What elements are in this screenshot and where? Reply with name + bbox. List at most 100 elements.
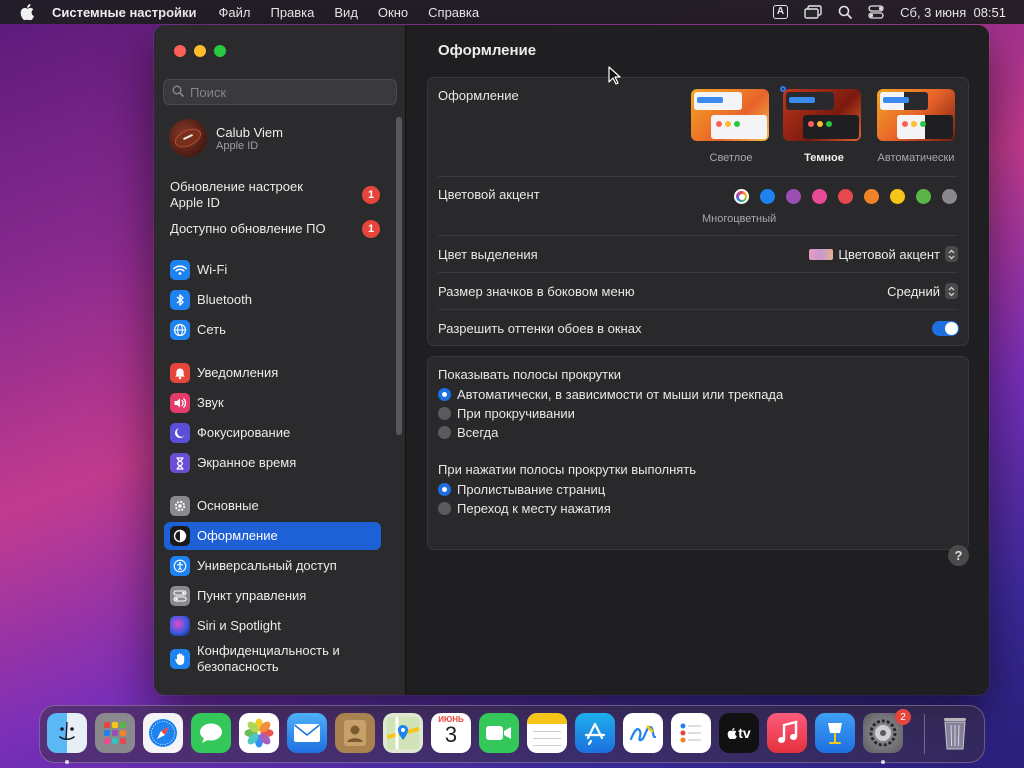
sidebar-item-appearance[interactable]: Оформление: [164, 522, 381, 550]
facetime-icon[interactable]: [479, 713, 519, 753]
sidebar-item-label: Экранное время: [197, 455, 297, 470]
keyboard-layout-indicator[interactable]: A: [772, 5, 789, 19]
notes-icon[interactable]: [527, 713, 567, 753]
finder-icon[interactable]: [47, 713, 87, 753]
sidebar-scrollbar[interactable]: [396, 117, 402, 435]
notice-software-update[interactable]: Доступно обновление ПО 1: [170, 220, 380, 238]
settings-window: Calub Viem Apple ID Обновление настроек …: [154, 25, 989, 695]
sidebar-icon-size-label: Размер значков в боковом меню: [438, 284, 635, 299]
sidebar-item-network[interactable]: Сеть: [164, 316, 381, 344]
apple-id-account[interactable]: Calub Viem Apple ID: [169, 119, 283, 157]
sidebar-item-general[interactable]: Основные: [164, 492, 381, 520]
search-field[interactable]: [163, 79, 397, 105]
menubar-clock[interactable]: Сб, 3 июня 08:51: [900, 5, 1006, 20]
sidebar-icon-size-popup[interactable]: Средний: [887, 283, 958, 299]
search-input[interactable]: [190, 84, 380, 100]
accent-swatch-yellow[interactable]: [890, 189, 905, 204]
appearance-option-dark[interactable]: [780, 86, 861, 141]
accent-swatch-red[interactable]: [838, 189, 853, 204]
sidebar-item-label: Сеть: [197, 322, 226, 337]
menu-help[interactable]: Справка: [428, 5, 479, 20]
wallpaper-tinting-toggle[interactable]: [932, 321, 959, 336]
running-indicator: [65, 760, 69, 764]
menu-view[interactable]: Вид: [334, 5, 358, 20]
contacts-icon[interactable]: [335, 713, 375, 753]
mouse-cursor-icon: [608, 66, 621, 90]
sidebar-item-label: Фокусирование: [197, 425, 291, 440]
radio-button: [438, 426, 451, 439]
sidebar-item-focus[interactable]: Фокусирование: [164, 419, 381, 447]
menu-app-name[interactable]: Системные настройки: [52, 5, 197, 20]
gear-icon: [170, 496, 190, 516]
music-icon[interactable]: [767, 713, 807, 753]
apple-menu-icon[interactable]: [20, 4, 34, 20]
sidebar-item-screen-time[interactable]: Экранное время: [164, 449, 381, 477]
accent-swatch-green[interactable]: [916, 189, 931, 204]
appearance-caption-auto: Автоматически: [877, 152, 955, 164]
sidebar-item-label: Уведомления: [197, 365, 279, 380]
sidebar-item-siri-spotlight[interactable]: Siri и Spotlight: [164, 612, 381, 640]
launchpad-icon[interactable]: [95, 713, 135, 753]
mail-icon[interactable]: [287, 713, 327, 753]
trash-icon[interactable]: [935, 713, 975, 753]
notice-apple-id-update[interactable]: Обновление настроек Apple ID 1: [170, 179, 380, 211]
sidebar-item-notifications[interactable]: Уведомления: [164, 359, 381, 387]
highlight-color-popup[interactable]: Цветовой акцент: [809, 246, 958, 262]
avatar: [169, 119, 207, 157]
app-store-icon[interactable]: [575, 713, 615, 753]
calendar-icon[interactable]: ИЮНЬ 3: [431, 713, 471, 753]
search-icon: [172, 85, 184, 100]
apple-tv-icon[interactable]: tv: [719, 713, 759, 753]
wifi-icon: [170, 260, 190, 280]
sidebar-item-accessibility[interactable]: Универсальный доступ: [164, 552, 381, 580]
keynote-icon[interactable]: [815, 713, 855, 753]
minimize-button[interactable]: [194, 45, 206, 57]
spotlight-search-icon[interactable]: [838, 5, 853, 19]
radio-jump-clicked-spot[interactable]: Переход к месту нажатия: [438, 501, 611, 516]
accent-swatch-pink[interactable]: [812, 189, 827, 204]
radio-scrollbars-auto[interactable]: Автоматически, в зависимости от мыши или…: [438, 387, 783, 402]
accent-swatch-purple[interactable]: [786, 189, 801, 204]
accent-swatch-orange[interactable]: [864, 189, 879, 204]
radio-jump-next-page[interactable]: Пролистывание страниц: [438, 482, 605, 497]
reminders-icon[interactable]: [671, 713, 711, 753]
accent-swatch-graphite[interactable]: [942, 189, 957, 204]
accent-swatch-blue[interactable]: [760, 189, 775, 204]
accent-label: Цветовой акцент: [438, 187, 540, 202]
help-button[interactable]: ?: [948, 545, 969, 566]
wallpaper-tinting-label: Разрешить оттенки обоев в окнах: [438, 321, 642, 336]
menu-edit[interactable]: Правка: [270, 5, 314, 20]
appearance-label: Оформление: [438, 88, 519, 103]
highlight-color-preview: [809, 248, 834, 260]
radio-scrollbars-always[interactable]: Всегда: [438, 425, 498, 440]
screen-mirroring-icon[interactable]: [804, 5, 822, 19]
dark-mode-thumbnail: [783, 89, 861, 141]
auto-mode-thumbnail: [877, 89, 955, 141]
freeform-icon[interactable]: [623, 713, 663, 753]
maps-icon[interactable]: [383, 713, 423, 753]
highlight-value: Цветовой акцент: [838, 246, 940, 262]
accent-swatch-multicolor[interactable]: [734, 189, 749, 204]
radio-scrollbars-when-scrolling[interactable]: При прокручивании: [438, 406, 575, 421]
menu-file[interactable]: Файл: [219, 5, 251, 20]
sidebar-item-wifi[interactable]: Wi-Fi: [164, 256, 381, 284]
account-name: Calub Viem: [216, 124, 283, 140]
running-indicator: [881, 760, 885, 764]
safari-icon[interactable]: [143, 713, 183, 753]
sidebar-item-privacy-security[interactable]: Конфиденциальность и безопасность: [164, 641, 381, 677]
sidebar-item-bluetooth[interactable]: Bluetooth: [164, 286, 381, 314]
sidebar-item-control-center[interactable]: Пункт управления: [164, 582, 381, 610]
bluetooth-icon: [170, 290, 190, 310]
zoom-button[interactable]: [214, 45, 226, 57]
control-center-menu-icon[interactable]: [868, 5, 884, 19]
sidebar-item-sound[interactable]: Звук: [164, 389, 381, 417]
sidebar-item-label: Пункт управления: [197, 588, 307, 603]
appearance-caption-light: Светлое: [709, 152, 753, 164]
menu-window[interactable]: Окно: [378, 5, 408, 20]
photos-icon[interactable]: [239, 713, 279, 753]
dock-separator: [924, 714, 925, 754]
globe-icon: [170, 320, 190, 340]
close-button[interactable]: [174, 45, 186, 57]
messages-icon[interactable]: [191, 713, 231, 753]
accent-caption: Многоцветный: [702, 213, 777, 225]
